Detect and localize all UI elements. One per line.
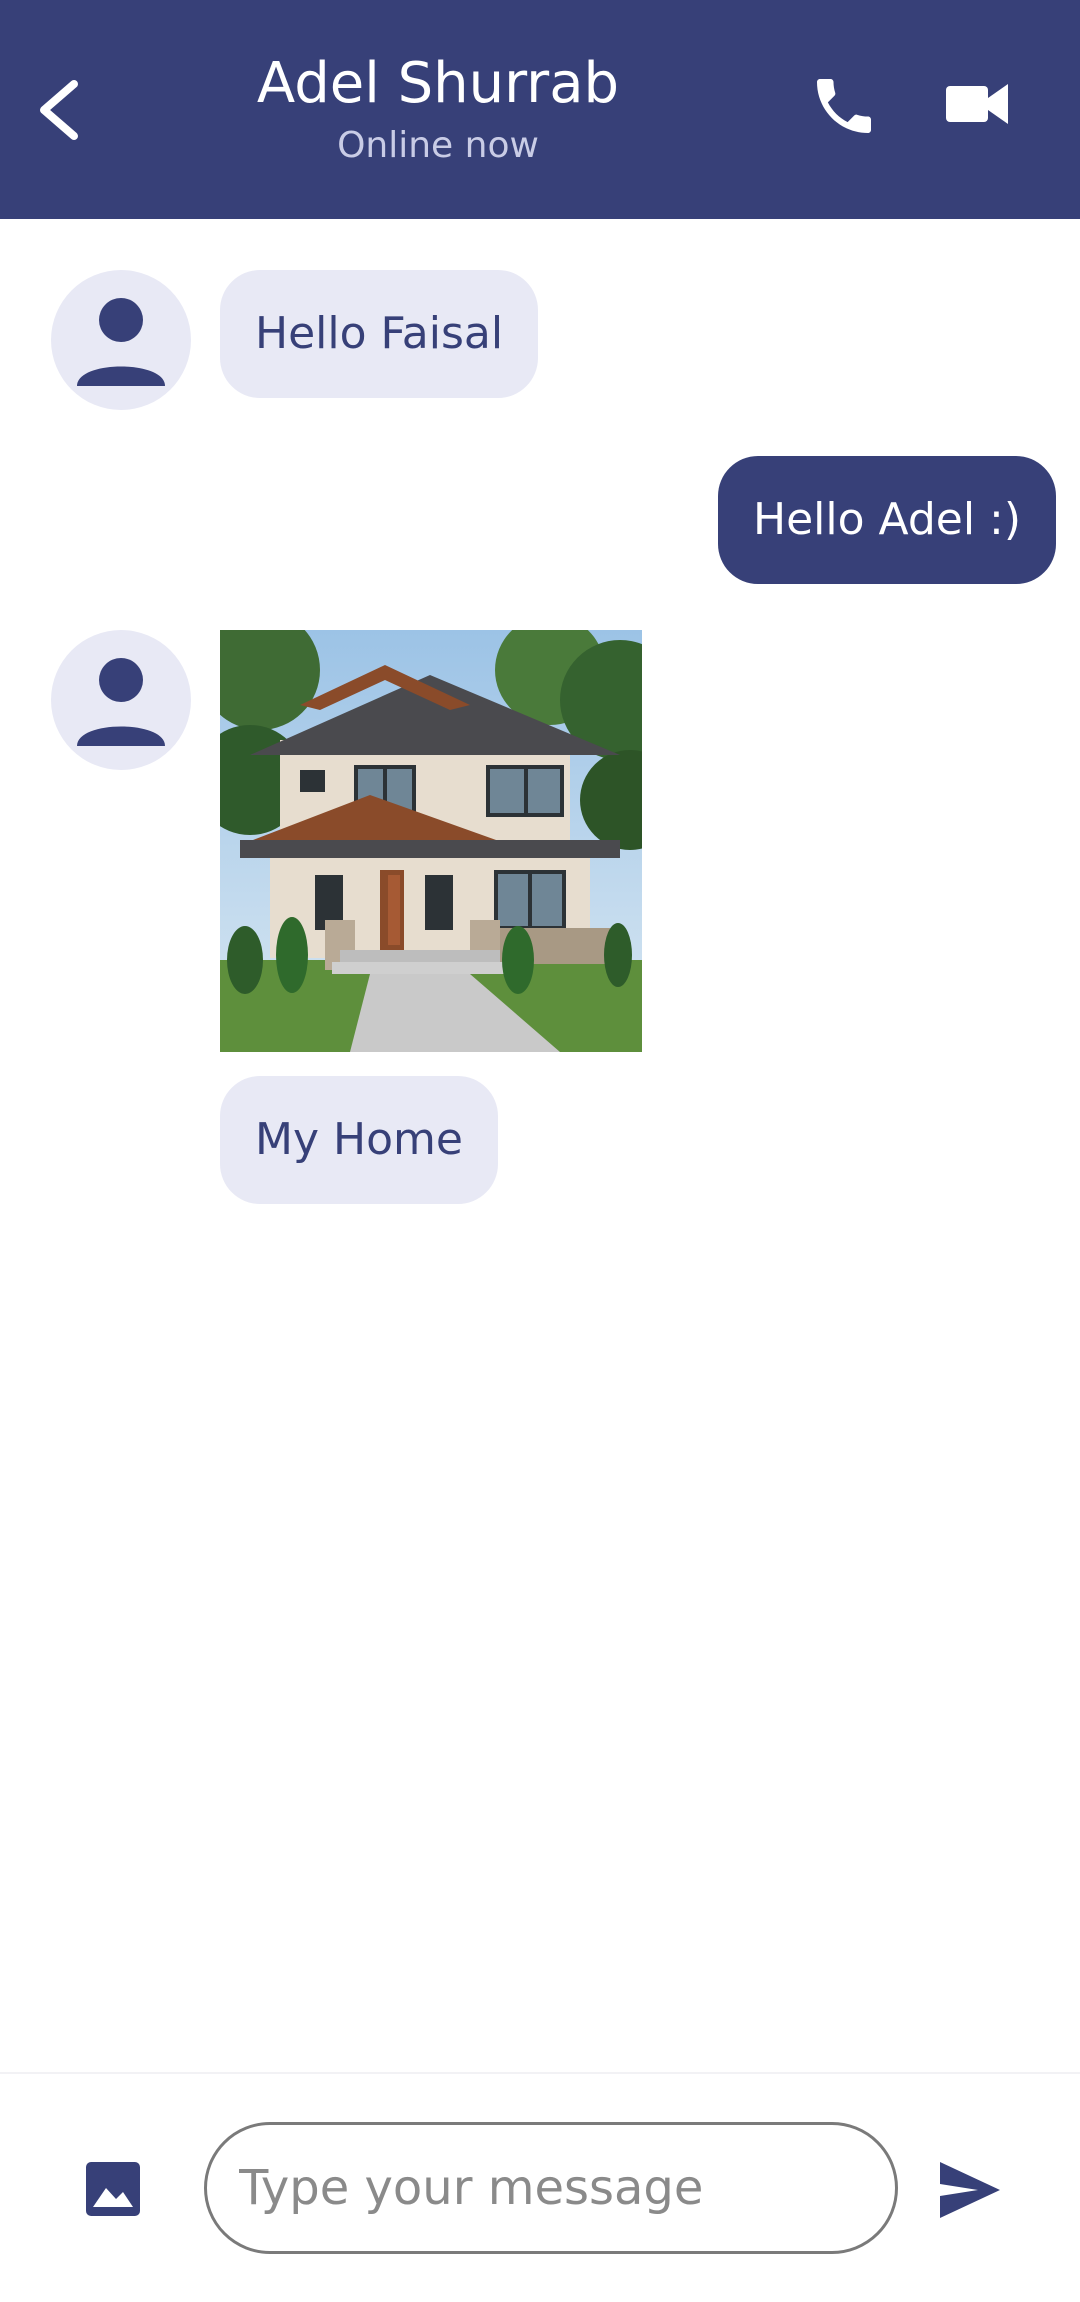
video-call-button[interactable] xyxy=(944,72,1012,136)
person-icon xyxy=(77,658,165,746)
incoming-message: My Home xyxy=(220,1076,498,1204)
send-button[interactable] xyxy=(938,2160,1002,2220)
attach-image-button[interactable] xyxy=(86,2162,140,2216)
avatar xyxy=(51,630,191,770)
image-icon xyxy=(86,2162,140,2216)
house-image xyxy=(220,630,642,1052)
send-icon xyxy=(940,2162,1000,2218)
video-camera-icon xyxy=(946,84,1008,124)
message-input[interactable] xyxy=(204,2122,898,2254)
person-icon xyxy=(77,298,165,386)
voice-call-button[interactable] xyxy=(808,70,880,142)
contact-name: Adel Shurrab xyxy=(256,51,620,116)
chat-header: Adel Shurrab Online now xyxy=(0,0,1080,219)
phone-icon xyxy=(817,79,871,133)
outgoing-message: Hello Adel :) xyxy=(718,456,1057,584)
contact-status: Online now xyxy=(337,125,539,166)
message-composer xyxy=(0,2072,1080,2302)
avatar xyxy=(51,270,191,410)
shared-house-photo[interactable] xyxy=(220,630,642,1052)
contact-info: Adel Shurrab Online now xyxy=(0,48,876,170)
incoming-message: Hello Faisal xyxy=(220,270,539,398)
